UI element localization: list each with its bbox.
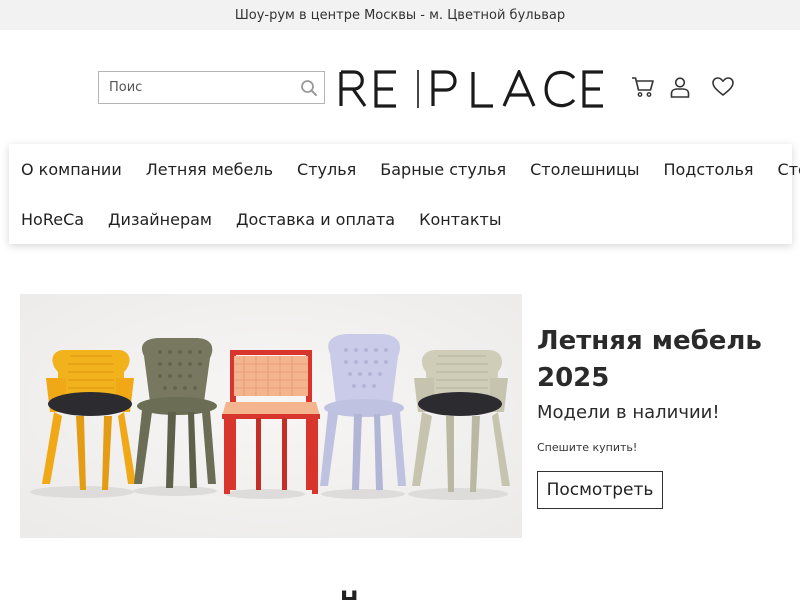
showroom-text: Шоу-рум в центре Москвы - м. Цветной бул…: [234, 7, 566, 23]
promo-subtitle: Модели в наличии!: [537, 402, 720, 423]
section-heading: Н: [340, 588, 358, 600]
nav-item-bar-stools[interactable]: Барные стулья: [368, 160, 518, 179]
chairs-image: [20, 294, 522, 538]
top-announcement-bar: Шоу-рум в центре Москвы - м. Цветной бул…: [0, 0, 800, 30]
cart-icon[interactable]: [631, 76, 655, 98]
search-input[interactable]: [99, 72, 294, 103]
view-button[interactable]: Посмотреть: [537, 471, 663, 509]
nav-item-delivery-payment[interactable]: Доставка и оплата: [224, 210, 407, 229]
nav-row-1: О компании Летняя мебель Стулья Барные с…: [9, 144, 800, 194]
nav-item-about[interactable]: О компании: [9, 160, 134, 179]
nav-row-2: HoReCa Дизайнерам Доставка и оплата Конт…: [9, 194, 513, 244]
nav-item-contacts[interactable]: Контакты: [407, 210, 513, 229]
nav-item-tabletops[interactable]: Столешницы: [518, 160, 651, 179]
nav-item-chairs[interactable]: Стулья: [285, 160, 368, 179]
nav-item-tables[interactable]: Столы: [766, 160, 800, 179]
nav-item-summer-furniture[interactable]: Летняя мебель: [134, 160, 285, 179]
nav-item-horeca[interactable]: HoReCa: [9, 210, 96, 229]
main-navigation: О компании Летняя мебель Стулья Барные с…: [9, 144, 800, 244]
search-box[interactable]: [98, 71, 325, 104]
nav-item-designers[interactable]: Дизайнерам: [96, 210, 224, 229]
summer-furniture-banner[interactable]: [20, 294, 522, 538]
promo-title: Летняя мебель 2025: [537, 326, 762, 393]
promo-small-text: Спешите купить!: [537, 441, 638, 454]
heart-icon[interactable]: [711, 76, 735, 98]
search-icon[interactable]: [300, 79, 318, 97]
user-icon[interactable]: [668, 76, 692, 98]
replace-logo[interactable]: [338, 70, 606, 108]
nav-item-table-bases[interactable]: Подстолья: [651, 160, 765, 179]
